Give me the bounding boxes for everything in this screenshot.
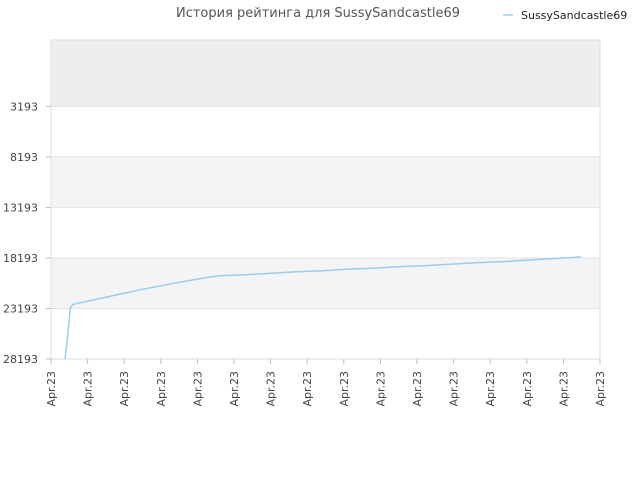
x-tick-label: Apr.23 <box>411 371 424 407</box>
legend-label: SussySandcastle69 <box>521 9 627 22</box>
y-tick-label: 8193 <box>10 151 38 164</box>
x-axis-labels: Apr.23 Apr.23 Apr.23 Apr.23 Apr.23 Apr.23 Apr.… <box>45 359 607 407</box>
y-tick-label: 28193 <box>3 353 38 366</box>
x-tick-label: Apr.23 <box>521 371 534 407</box>
x-tick-label: Apr.23 <box>265 371 278 407</box>
x-tick-label: Apr.23 <box>338 371 351 407</box>
grid-band <box>51 207 600 258</box>
grid-bands <box>51 40 600 359</box>
x-tick-label: Apr.23 <box>82 371 95 407</box>
x-tick-label: Apr.23 <box>448 371 461 407</box>
x-tick-label: Apr.23 <box>374 371 387 407</box>
x-tick-label: Apr.23 <box>45 371 58 407</box>
y-tick-label: 13193 <box>3 201 38 214</box>
x-tick-label: Apr.23 <box>191 371 204 407</box>
chart-title: История рейтинга для SussySandcastle69 <box>176 6 460 21</box>
grid-band <box>51 156 600 208</box>
x-tick-label: Apr.23 <box>484 371 497 407</box>
grid-band <box>51 40 600 107</box>
x-tick-label: Apr.23 <box>228 371 241 407</box>
x-tick-label: Apr.23 <box>594 371 607 407</box>
y-tick-label: 3193 <box>10 100 38 113</box>
legend[interactable]: SussySandcastle69 <box>503 9 627 22</box>
grid-band <box>51 308 600 359</box>
rating-history-chart: 3193819313193181932319328193 Apr.23 Apr.2… <box>3 6 627 407</box>
y-axis-labels: 3193 8193 13193 18193 23193 28193 <box>3 100 38 366</box>
grid-band <box>51 257 600 309</box>
x-tick-label: Apr.23 <box>155 371 168 407</box>
grid-band <box>51 106 600 157</box>
x-tick-label: Apr.23 <box>301 371 314 407</box>
x-tick-label: Apr.23 <box>557 371 570 407</box>
x-tick-label: Apr.23 <box>118 371 131 407</box>
y-tick-label: 18193 <box>3 252 38 265</box>
y-tick-label: 23193 <box>3 302 38 315</box>
